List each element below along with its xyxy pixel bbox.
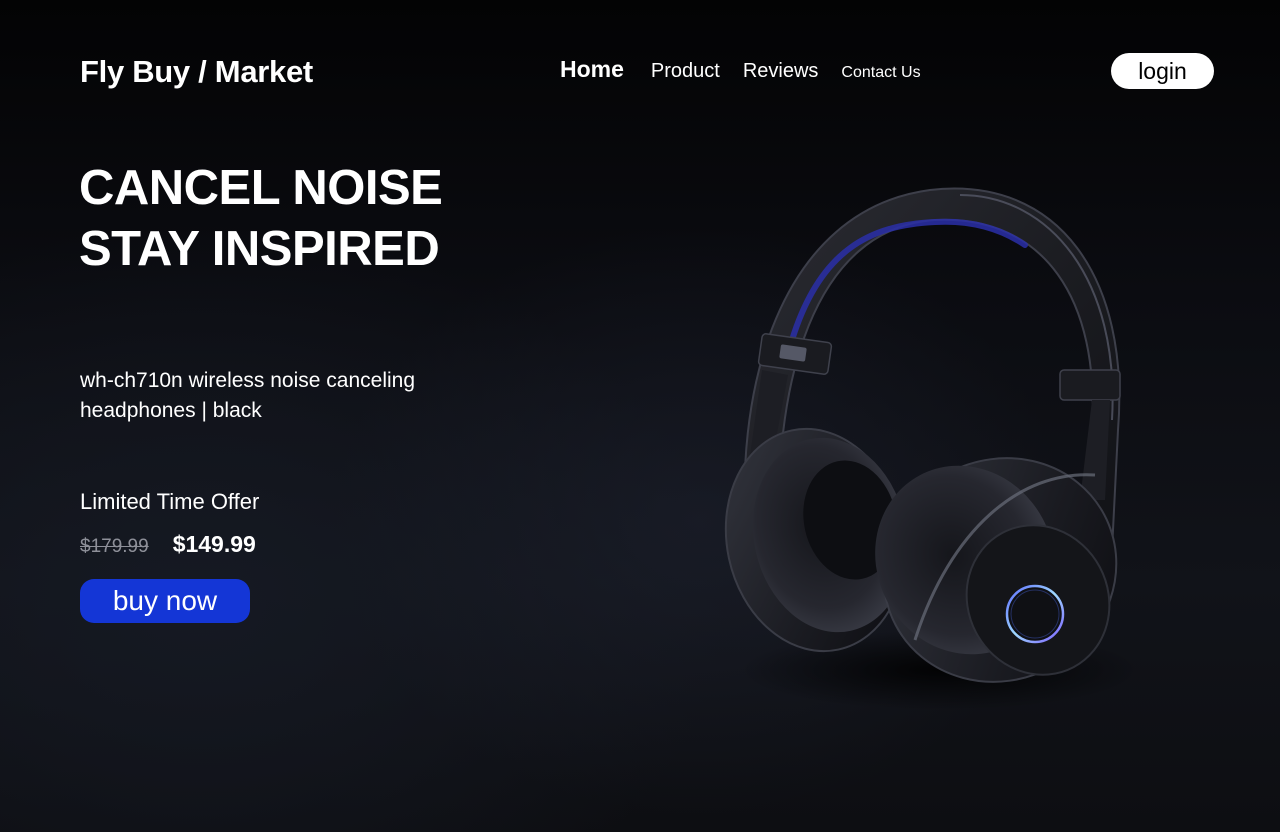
buy-now-button[interactable]: buy now — [80, 579, 250, 623]
new-price: $149.99 — [172, 531, 256, 557]
price-row: $179.99 $149.99 — [80, 531, 256, 558]
old-price: $179.99 — [80, 536, 149, 557]
headphones-icon — [724, 187, 1140, 710]
offer-label: Limited Time Offer — [80, 489, 260, 514]
nav-contact-link[interactable]: Contact Us — [841, 64, 920, 82]
headline-line-1: CANCEL NOISE — [79, 161, 443, 215]
nav-reviews-link[interactable]: Reviews — [743, 60, 819, 83]
product-description: wh-ch710n wireless noise canceling headp… — [80, 369, 416, 422]
hero-headline: CANCEL NOISE STAY INSPIRED — [79, 158, 443, 280]
headline-line-2: STAY INSPIRED — [79, 222, 440, 276]
nav-home-link[interactable]: Home — [560, 56, 624, 83]
main-nav: Home Product Reviews Contact Us — [560, 56, 921, 83]
site-logo[interactable]: Fly Buy / Market — [80, 54, 313, 90]
login-button[interactable]: login — [1111, 53, 1214, 89]
headphones-image — [700, 170, 1160, 710]
nav-product-link[interactable]: Product — [651, 60, 720, 83]
